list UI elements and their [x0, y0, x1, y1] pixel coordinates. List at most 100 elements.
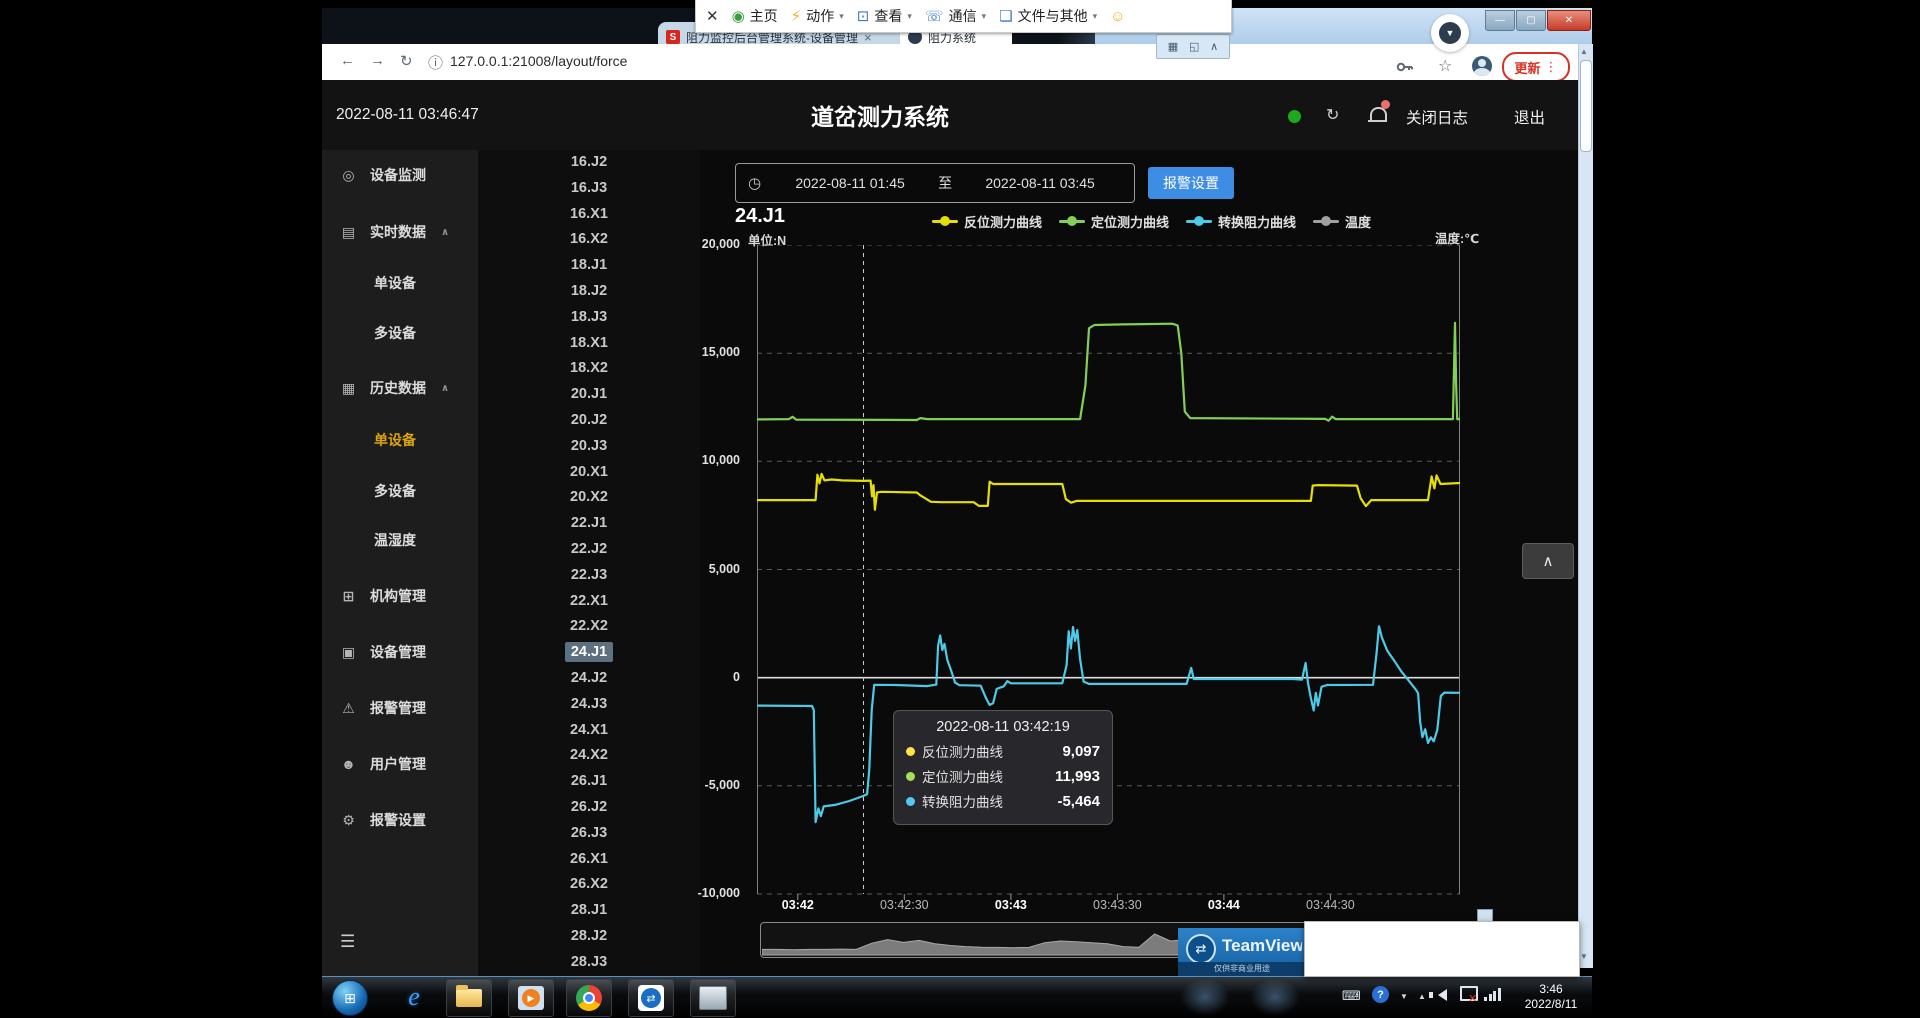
device-list-item[interactable]: 16.X2 — [478, 227, 700, 253]
tv-toolbar-view[interactable]: ⊡查看▾ — [857, 6, 912, 26]
device-list-item[interactable]: 16.J2 — [478, 150, 700, 176]
device-list-item[interactable]: 24.J3 — [478, 692, 700, 718]
device-label[interactable]: 24.J1 — [565, 642, 613, 662]
taskbar-app-icon[interactable] — [690, 979, 736, 1017]
chrome-update-button[interactable]: 更新 ⋮ — [1502, 52, 1570, 82]
tv-toolbar-close[interactable]: ✕ — [706, 7, 719, 25]
menu-kebab-icon[interactable]: ⋮ — [1545, 59, 1558, 75]
device-label[interactable]: 26.X1 — [564, 849, 614, 869]
device-label[interactable]: 22.J1 — [565, 513, 613, 533]
tv-toolbar-home[interactable]: ◉主页 — [732, 6, 778, 26]
legend-item[interactable]: 温度 — [1313, 212, 1371, 231]
device-label[interactable]: 26.J2 — [565, 797, 613, 817]
range-start-value[interactable]: 2022-08-11 01:45 — [775, 175, 925, 191]
device-list-item[interactable]: 26.J1 — [478, 769, 700, 795]
tray-speaker-icon[interactable] — [1438, 989, 1447, 1001]
refresh-icon[interactable]: ↻ — [1326, 105, 1339, 125]
device-label[interactable]: 16.J3 — [565, 178, 613, 198]
taskbar-chrome-icon[interactable] — [566, 979, 612, 1017]
device-list-item[interactable]: 24.J1 — [478, 640, 700, 666]
device-label[interactable]: 28.J3 — [565, 952, 613, 972]
device-label[interactable]: 24.X2 — [564, 745, 614, 765]
device-label[interactable]: 20.X1 — [564, 462, 614, 482]
taskbar-mediaplayer-icon[interactable]: ▶ — [508, 979, 554, 1017]
grid-icon[interactable]: ▦ — [1168, 40, 1178, 53]
taskbar-clock[interactable]: 3:46 2022/8/11 — [1516, 982, 1586, 1012]
device-list-item[interactable]: 20.J2 — [478, 408, 700, 434]
sidebar-item-device-monitor[interactable]: ◎设备监测 — [340, 163, 426, 187]
device-list-item[interactable]: 18.J2 — [478, 279, 700, 305]
legend-item[interactable]: 反位测力曲线 — [932, 212, 1042, 231]
legend-item[interactable]: 转换阻力曲线 — [1186, 212, 1296, 231]
device-label[interactable]: 22.J2 — [565, 539, 613, 559]
scrollbar-up-icon[interactable]: ▲ — [1580, 47, 1588, 56]
device-list-item[interactable]: 24.X2 — [478, 743, 700, 769]
device-list-item[interactable]: 18.X1 — [478, 331, 700, 357]
device-label[interactable]: 16.X2 — [564, 229, 614, 249]
scroll-to-top-button[interactable]: ∧ — [1522, 543, 1574, 579]
device-list-item[interactable]: 20.X2 — [478, 485, 700, 511]
device-label[interactable]: 24.X1 — [564, 720, 614, 740]
sidebar-item-history-data[interactable]: ▦历史数据∧ — [340, 376, 449, 400]
date-range-picker[interactable]: ◷ 2022-08-11 01:45 至 2022-08-11 03:45 — [735, 163, 1135, 203]
device-label[interactable]: 18.J1 — [565, 255, 613, 275]
sidebar-item-realtime-multi[interactable]: 多设备 — [374, 321, 416, 345]
device-label[interactable]: 28.J2 — [565, 926, 613, 946]
expand-icon[interactable]: ◱ — [1189, 40, 1199, 53]
device-list-item[interactable]: 26.J3 — [478, 821, 700, 847]
tray-keyboard-icon[interactable]: ⌨ — [1342, 988, 1361, 1004]
device-label[interactable]: 22.X2 — [564, 616, 614, 636]
device-label[interactable]: 26.J1 — [565, 771, 613, 791]
alarm-settings-button[interactable]: 报警设置 — [1148, 167, 1234, 199]
sidebar-item-org-manage[interactable]: ⊞机构管理 — [340, 584, 426, 608]
info-icon[interactable]: ⓘ — [428, 52, 443, 73]
device-label[interactable]: 28.J1 — [565, 900, 613, 920]
sidebar-item-history-multi[interactable]: 多设备 — [374, 479, 416, 503]
device-list-item[interactable]: 18.X2 — [478, 356, 700, 382]
bookmark-star-icon[interactable]: ☆ — [1438, 56, 1452, 76]
device-label[interactable]: 18.J3 — [565, 307, 613, 327]
sidebar-item-history-single[interactable]: 单设备 — [374, 428, 416, 452]
tray-expand-icon[interactable]: ▼ — [1400, 992, 1408, 1001]
maximize-button[interactable]: ▢ — [1516, 10, 1546, 31]
taskbar-teamviewer-icon[interactable]: ⇄ — [628, 979, 674, 1017]
device-list-item[interactable]: 20.J3 — [478, 434, 700, 460]
device-list-item[interactable]: 26.X2 — [478, 872, 700, 898]
device-label[interactable]: 24.J3 — [565, 694, 613, 714]
close-log-button[interactable]: 关闭日志 — [1406, 106, 1468, 128]
device-list-item[interactable]: 16.J3 — [478, 176, 700, 202]
sidebar-item-user-manage[interactable]: ☻用户管理 — [340, 752, 426, 776]
device-label[interactable]: 22.J3 — [565, 565, 613, 585]
logout-button[interactable]: 退出 — [1514, 106, 1545, 128]
sidebar-item-alarm-manage[interactable]: ⚠报警管理 — [340, 696, 426, 720]
minimize-button[interactable]: — — [1485, 10, 1515, 31]
taskbar-ie-icon[interactable]: e — [392, 979, 436, 1015]
device-list-item[interactable]: 26.X1 — [478, 847, 700, 873]
device-label[interactable]: 20.J2 — [565, 410, 613, 430]
forward-icon[interactable]: → — [370, 52, 385, 69]
device-label[interactable]: 18.X1 — [564, 333, 614, 353]
device-list-item[interactable]: 28.J1 — [478, 898, 700, 924]
device-list-item[interactable]: 24.X1 — [478, 718, 700, 744]
collapse-icon[interactable]: ∧ — [1210, 40, 1218, 53]
device-list-item[interactable]: 20.J1 — [478, 382, 700, 408]
tray-show-hidden-icon[interactable]: ▲ — [1418, 992, 1426, 1001]
device-list-item[interactable]: 28.J2 — [478, 924, 700, 950]
tv-toolbar-feedback[interactable]: ☺ — [1110, 8, 1125, 25]
tv-toolbar-actions[interactable]: ⚡动作▾ — [791, 6, 844, 26]
file-transfer-notification[interactable] — [1304, 921, 1580, 977]
device-label[interactable]: 26.X2 — [564, 874, 614, 894]
record-bubble[interactable]: ▼ — [1431, 14, 1469, 52]
device-label[interactable]: 20.J1 — [565, 384, 613, 404]
browser-scrollbar-track[interactable] — [1578, 44, 1593, 968]
device-label[interactable]: 24.J2 — [565, 668, 613, 688]
device-list-item[interactable]: 20.X1 — [478, 460, 700, 486]
device-label[interactable]: 16.J2 — [565, 152, 613, 172]
back-icon[interactable]: ← — [340, 52, 355, 69]
tray-signal-icon[interactable] — [1484, 988, 1501, 1001]
close-button[interactable]: ✕ — [1547, 10, 1591, 31]
device-label[interactable]: 18.X2 — [564, 358, 614, 378]
device-list-item[interactable]: 24.J2 — [478, 666, 700, 692]
profile-avatar[interactable] — [1472, 56, 1492, 76]
device-list-item[interactable]: 16.X1 — [478, 202, 700, 228]
